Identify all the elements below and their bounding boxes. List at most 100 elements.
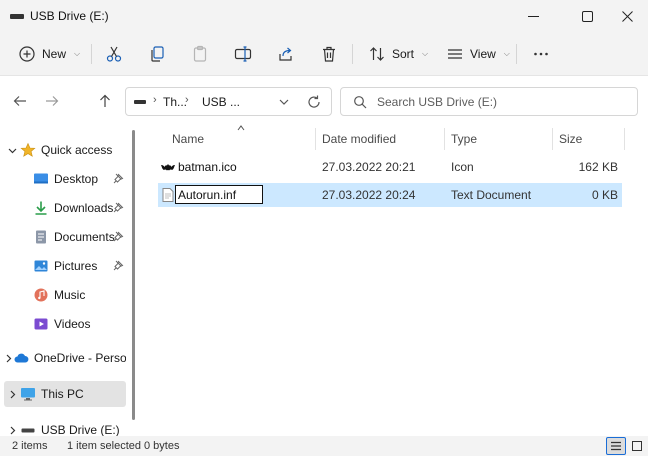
- address-history-chevron-icon[interactable]: [276, 94, 292, 110]
- sidebar-item-desktop[interactable]: Desktop: [4, 166, 126, 192]
- paste-icon: [193, 45, 207, 62]
- sidebar-item-label: Desktop: [54, 172, 99, 186]
- navigation-pane: Quick access Desktop Downloads Documents…: [0, 126, 138, 437]
- up-button[interactable]: [92, 89, 118, 113]
- toolbar-divider: [352, 44, 353, 64]
- pin-icon[interactable]: [113, 202, 124, 213]
- column-divider[interactable]: [624, 128, 625, 150]
- minimize-icon: [527, 15, 539, 17]
- back-button[interactable]: [7, 89, 33, 113]
- sidebar-item-pictures[interactable]: Pictures: [4, 253, 126, 279]
- column-divider[interactable]: [552, 128, 553, 150]
- file-size: 162 KB: [578, 160, 618, 174]
- sidebar-item-label: Pictures: [54, 259, 98, 273]
- column-header-date-modified[interactable]: Date modified: [322, 126, 396, 152]
- sidebar-item-music[interactable]: Music: [4, 282, 126, 308]
- sidebar-item-label: OneDrive - Perso: [34, 351, 126, 365]
- selection-size: 0 bytes: [144, 440, 180, 452]
- tiles-view-icon: [632, 441, 642, 451]
- sort-icon: [370, 47, 384, 61]
- sidebar-item-label: Videos: [54, 317, 91, 331]
- rename-input[interactable]: [175, 185, 263, 204]
- maximize-icon: [581, 10, 593, 22]
- sidebar-item-label: This PC: [41, 387, 84, 401]
- pin-icon[interactable]: [113, 173, 124, 184]
- sidebar-item-onedrive[interactable]: OneDrive - Perso: [4, 345, 126, 371]
- view-button[interactable]: View ⌵: [440, 40, 516, 68]
- sidebar-item-label: Quick access: [41, 143, 113, 157]
- file-type: Text Document: [451, 188, 532, 202]
- close-icon: [621, 10, 633, 22]
- file-name[interactable]: batman.ico: [178, 160, 237, 174]
- usb-drive-icon: [10, 14, 24, 19]
- paste-button[interactable]: [185, 40, 215, 68]
- sidebar-item-videos[interactable]: Videos: [4, 311, 126, 337]
- list-view-icon: [448, 49, 462, 59]
- search-box[interactable]: Search USB Drive (E:): [340, 87, 638, 116]
- toolbar-divider: [516, 44, 517, 64]
- delete-button[interactable]: [314, 40, 344, 68]
- chevron-right-icon[interactable]: [8, 390, 17, 399]
- copy-icon: [151, 46, 164, 62]
- text-file-icon: [162, 188, 174, 202]
- copy-button[interactable]: [142, 40, 172, 68]
- toolbar-divider: [91, 44, 92, 64]
- trash-icon: [323, 46, 335, 62]
- selection-count: 1 item selected: [67, 440, 141, 452]
- sidebar-item-documents[interactable]: Documents: [4, 224, 126, 250]
- share-icon: [279, 47, 292, 61]
- tiles-view-button[interactable]: [627, 437, 647, 455]
- pin-icon[interactable]: [113, 260, 124, 271]
- window-title: USB Drive (E:): [30, 9, 109, 23]
- share-button[interactable]: [271, 40, 301, 68]
- breadcrumb-separator-icon[interactable]: ›: [153, 94, 157, 106]
- column-divider[interactable]: [444, 128, 445, 150]
- table-row[interactable]: batman.ico 27.03.2022 20:21 Icon 162 KB: [158, 155, 622, 179]
- refresh-icon[interactable]: [306, 94, 322, 110]
- column-header-type[interactable]: Type: [451, 126, 477, 152]
- breadcrumb-this-pc[interactable]: Th...: [163, 95, 187, 109]
- star-icon: [20, 142, 36, 157]
- address-bar[interactable]: › Th... › USB ...: [125, 87, 332, 116]
- close-button[interactable]: [604, 0, 648, 32]
- table-row-selected[interactable]: 27.03.2022 20:24 Text Document 0 KB: [158, 183, 622, 207]
- column-divider[interactable]: [315, 128, 316, 150]
- breadcrumb-separator-icon[interactable]: ›: [185, 94, 189, 106]
- cut-button[interactable]: [99, 40, 129, 68]
- column-header-name[interactable]: Name: [172, 126, 204, 152]
- pin-icon[interactable]: [113, 231, 124, 242]
- more-options-button[interactable]: [526, 40, 556, 68]
- forward-button[interactable]: [39, 89, 65, 113]
- file-date-modified: 27.03.2022 20:21: [322, 160, 416, 174]
- sort-button[interactable]: Sort ⌵: [362, 40, 434, 68]
- search-placeholder: Search USB Drive (E:): [377, 95, 498, 109]
- file-list: Name Date modified Type Size batman.ico …: [138, 125, 648, 436]
- breadcrumb-usb-drive[interactable]: USB ...: [202, 95, 240, 109]
- chevron-down-icon: ⌵: [74, 49, 81, 58]
- rename-icon: [234, 46, 252, 62]
- file-date-modified: 27.03.2022 20:24: [322, 188, 416, 202]
- videos-icon: [34, 318, 48, 330]
- sidebar-item-this-pc[interactable]: This PC: [4, 381, 126, 407]
- sidebar-item-quick-access[interactable]: Quick access: [4, 137, 126, 163]
- chevron-down-icon[interactable]: [8, 146, 17, 155]
- plus-circle-icon: [19, 46, 35, 62]
- sidebar-item-label: Downloads: [54, 201, 114, 215]
- monitor-icon: [21, 388, 35, 401]
- rename-button[interactable]: [228, 40, 258, 68]
- new-button-label: New: [42, 47, 67, 61]
- chevron-right-icon[interactable]: [8, 426, 17, 435]
- minimize-button[interactable]: [510, 0, 556, 32]
- music-icon: [34, 288, 48, 302]
- arrow-left-icon: [13, 96, 26, 106]
- sidebar-scrollbar[interactable]: [132, 130, 135, 420]
- chevron-right-icon[interactable]: [4, 354, 13, 363]
- arrow-right-icon: [46, 96, 59, 106]
- sidebar-item-label: USB Drive (E:): [41, 423, 120, 437]
- details-view-button[interactable]: [606, 437, 626, 455]
- sidebar-item-downloads[interactable]: Downloads: [4, 195, 126, 221]
- column-header-size[interactable]: Size: [559, 126, 582, 152]
- chevron-down-icon: ⌵: [503, 49, 510, 58]
- new-button[interactable]: New ⌵: [12, 40, 86, 68]
- cloud-icon: [14, 353, 29, 363]
